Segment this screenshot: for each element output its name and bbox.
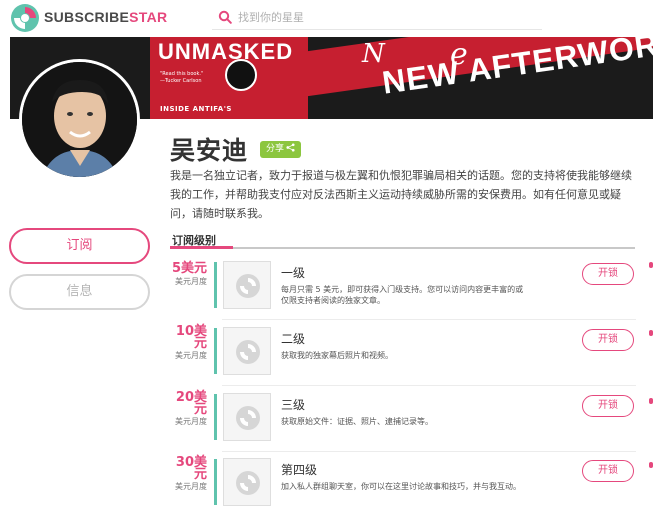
tier-period: 美元月度 — [175, 482, 207, 491]
scroll-marker — [649, 262, 653, 268]
tier-title: 二级 — [281, 332, 306, 346]
subscribe-button[interactable]: 订阅 — [9, 228, 150, 264]
share-button[interactable]: 分享 — [260, 141, 302, 158]
share-label: 分享 — [266, 144, 285, 154]
tier-price: 30美元 — [175, 455, 207, 482]
tier-title: 一级 — [281, 266, 306, 280]
scroll-marker — [649, 398, 653, 404]
profile-name: 吴安迪 — [170, 136, 249, 165]
avatar — [19, 59, 140, 180]
subscribestar-placeholder-icon — [236, 274, 260, 298]
book-figure-emblem — [225, 59, 257, 91]
tier-accent-bar — [214, 459, 217, 505]
message-button[interactable]: 信息 — [9, 274, 150, 310]
tier-description: 获取我的独家幕后照片和视频。 — [281, 351, 393, 360]
search-input[interactable] — [238, 6, 528, 28]
unlock-button[interactable]: 开锁 — [582, 460, 634, 482]
profile-description: 我是一名独立记者，致力于报道与极左翼和仇恨犯罪骗局相关的话题。您的支持将使我能够… — [170, 169, 632, 220]
tier-description: 每月只需 5 美元，即可获得入门级支持。您可以访问内容更丰富的或仅限支持者阅读的… — [281, 285, 524, 305]
tier-divider — [222, 319, 636, 320]
book-tagline: INSIDE ANTIFA'S — [160, 105, 232, 113]
tier-image-placeholder — [223, 327, 271, 375]
subscribestar-placeholder-icon — [236, 340, 260, 364]
book-title: UNMASKED — [158, 39, 294, 64]
tier-image-placeholder — [223, 393, 271, 441]
search-bar — [212, 4, 542, 30]
scroll-marker — [649, 462, 653, 468]
unlock-button[interactable]: 开锁 — [582, 329, 634, 351]
tier-accent-bar — [214, 394, 217, 440]
tier-description: 获取原始文件：证据、照片、逮捕记录等。 — [281, 417, 433, 426]
tier-price: 10美元 — [175, 324, 207, 351]
book-quote: "Read this book." —Tucker Carlson — [160, 71, 204, 84]
tab-active-indicator — [170, 246, 233, 249]
tier-accent-bar — [214, 262, 217, 308]
subscribestar-placeholder-icon — [236, 471, 260, 495]
tier-period: 美元月度 — [175, 417, 207, 426]
tier-accent-bar — [214, 328, 217, 374]
tier-divider — [222, 385, 636, 386]
share-icon — [286, 143, 295, 152]
tier-price: 20美元 — [175, 390, 207, 417]
unlock-button[interactable]: 开锁 — [582, 263, 634, 285]
brand-part1: SUBSCRIBE — [44, 9, 130, 25]
tier-divider — [222, 451, 636, 452]
avatar-photo — [22, 62, 137, 177]
brand-wordmark[interactable]: SUBSCRIBESTAR — [44, 9, 167, 25]
subscribestar-logo[interactable] — [10, 3, 40, 33]
tier-price: 5美元 — [171, 261, 207, 276]
tier-image-placeholder — [223, 261, 271, 309]
search-icon[interactable] — [218, 10, 232, 24]
subscribestar-placeholder-icon — [236, 406, 260, 430]
tier-title: 三级 — [281, 398, 306, 412]
scroll-marker — [649, 330, 653, 336]
tier-image-placeholder — [223, 458, 271, 506]
tier-title: 第四级 — [281, 463, 318, 477]
tabs-divider — [170, 247, 635, 249]
tier-period: 美元月度 — [175, 277, 207, 286]
brand-part2: STAR — [129, 9, 168, 25]
unlock-button[interactable]: 开锁 — [582, 395, 634, 417]
tier-period: 美元月度 — [175, 351, 207, 360]
top-bar: SUBSCRIBESTAR — [0, 0, 653, 34]
tier-description: 加入私人群组聊天室，你可以在这里讨论故事和技巧，并与我互动。 — [281, 482, 521, 491]
